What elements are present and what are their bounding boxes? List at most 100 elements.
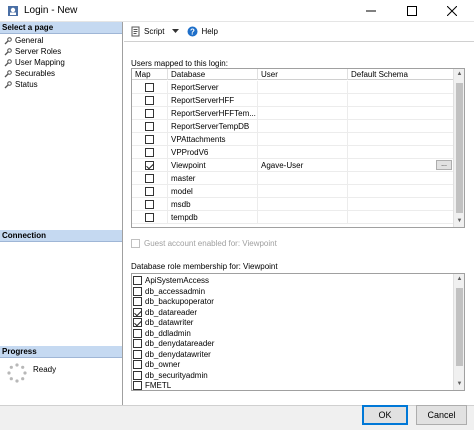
user-cell[interactable]: [258, 94, 348, 107]
role-membership-label: Database role membership for: Viewpoint: [131, 262, 278, 271]
table-row[interactable]: VPAttachments: [132, 133, 454, 146]
default-schema-cell[interactable]: ...: [348, 159, 454, 172]
user-cell[interactable]: [258, 185, 348, 198]
guest-account-checkbox[interactable]: [131, 239, 140, 248]
script-button[interactable]: Script: [128, 24, 166, 40]
role-checkbox[interactable]: [133, 381, 142, 390]
user-cell[interactable]: [258, 107, 348, 120]
col-header-default-schema[interactable]: Default Schema: [348, 69, 454, 80]
minimize-button[interactable]: [356, 0, 386, 22]
default-schema-cell[interactable]: [348, 133, 454, 146]
list-item[interactable]: db_accessadmin: [132, 286, 454, 297]
default-schema-cell[interactable]: [348, 211, 454, 224]
page-item-label: Status: [15, 80, 38, 89]
role-checkbox[interactable]: [133, 318, 142, 327]
default-schema-cell[interactable]: [348, 81, 454, 94]
user-cell[interactable]: [258, 198, 348, 211]
default-schema-cell[interactable]: [348, 185, 454, 198]
close-button[interactable]: [437, 0, 467, 22]
help-button[interactable]: ? Help: [185, 24, 219, 40]
map-checkbox[interactable]: [145, 109, 154, 118]
user-cell[interactable]: Agave-User: [258, 159, 348, 172]
default-schema-cell[interactable]: [348, 172, 454, 185]
default-schema-cell[interactable]: [348, 198, 454, 211]
scroll-down-icon[interactable]: ▼: [454, 216, 464, 227]
role-checkbox[interactable]: [133, 339, 142, 348]
map-checkbox[interactable]: [145, 122, 154, 131]
role-checkbox[interactable]: [133, 349, 142, 359]
script-dropdown-button[interactable]: [170, 24, 181, 40]
map-checkbox[interactable]: [145, 187, 154, 196]
ok-button[interactable]: OK: [362, 405, 408, 425]
map-checkbox[interactable]: [145, 96, 154, 105]
table-row[interactable]: ReportServerHFF: [132, 94, 454, 107]
scrollbar-thumb[interactable]: [456, 288, 463, 366]
default-schema-cell[interactable]: [348, 107, 454, 120]
wrench-icon: [4, 58, 12, 66]
map-checkbox[interactable]: [145, 83, 154, 92]
progress-header: Progress: [0, 346, 122, 358]
list-item[interactable]: FMETL: [132, 380, 454, 390]
col-header-database[interactable]: Database: [168, 69, 258, 80]
list-item[interactable]: db_ddladmin: [132, 328, 454, 339]
table-row[interactable]: ReportServer: [132, 81, 454, 94]
default-schema-cell[interactable]: [348, 120, 454, 133]
map-checkbox[interactable]: [145, 161, 154, 170]
list-item[interactable]: db_securityadmin: [132, 370, 454, 381]
col-header-map[interactable]: Map: [132, 69, 168, 80]
map-checkbox[interactable]: [145, 174, 154, 183]
role-checkbox[interactable]: [133, 286, 142, 296]
user-cell[interactable]: [258, 146, 348, 159]
map-checkbox[interactable]: [145, 148, 154, 157]
role-checkbox[interactable]: [133, 297, 142, 306]
role-checkbox[interactable]: [133, 370, 142, 380]
table-row[interactable]: Viewpoint Agave-User...: [132, 159, 454, 172]
table-row[interactable]: msdb: [132, 198, 454, 211]
list-item[interactable]: ApiSystemAccess: [132, 275, 454, 286]
page-item-server-roles[interactable]: Server Roles: [4, 46, 122, 57]
table-row[interactable]: VPProdV6: [132, 146, 454, 159]
table-row[interactable]: model: [132, 185, 454, 198]
col-header-user[interactable]: User: [258, 69, 348, 80]
cancel-button[interactable]: Cancel: [416, 405, 467, 425]
scroll-up-icon[interactable]: ▲: [454, 274, 464, 285]
browse-schema-button[interactable]: ...: [436, 160, 452, 170]
scroll-up-icon[interactable]: ▲: [454, 69, 464, 80]
list-item[interactable]: db_denydatawriter: [132, 349, 454, 360]
default-schema-cell[interactable]: [348, 94, 454, 107]
database-cell: model: [168, 185, 258, 198]
map-checkbox[interactable]: [145, 213, 154, 222]
user-cell[interactable]: [258, 172, 348, 185]
user-cell[interactable]: [258, 81, 348, 94]
list-item[interactable]: db_datawriter: [132, 317, 454, 328]
list-item[interactable]: db_datareader: [132, 307, 454, 318]
role-checkbox[interactable]: [133, 328, 142, 338]
map-checkbox[interactable]: [145, 135, 154, 144]
scrollbar-thumb[interactable]: [456, 83, 463, 213]
script-icon: [131, 26, 140, 37]
list-item[interactable]: db_backupoperator: [132, 296, 454, 307]
user-cell[interactable]: [258, 133, 348, 146]
user-cell[interactable]: [258, 120, 348, 133]
table-row[interactable]: ReportServerTempDB: [132, 120, 454, 133]
page-item-general[interactable]: General: [4, 35, 122, 46]
list-item[interactable]: db_owner: [132, 359, 454, 370]
maximize-button[interactable]: [397, 0, 427, 22]
list-item[interactable]: db_denydatareader: [132, 338, 454, 349]
page-item-status[interactable]: Status: [4, 79, 122, 90]
role-checkbox[interactable]: [133, 276, 142, 285]
table-row[interactable]: master: [132, 172, 454, 185]
map-checkbox[interactable]: [145, 200, 154, 209]
page-item-user-mapping[interactable]: User Mapping: [4, 57, 122, 68]
default-schema-cell[interactable]: [348, 146, 454, 159]
scroll-down-icon[interactable]: ▼: [454, 379, 464, 390]
table-row[interactable]: ReportServerHFFTem...: [132, 107, 454, 120]
role-checkbox[interactable]: [133, 307, 142, 317]
map-cell: [132, 133, 168, 146]
user-cell[interactable]: [258, 211, 348, 224]
page-item-securables[interactable]: Securables: [4, 68, 122, 79]
users-grid-scrollbar[interactable]: ▲ ▼: [453, 69, 464, 227]
table-row[interactable]: tempdb: [132, 211, 454, 224]
role-checkbox[interactable]: [133, 360, 142, 369]
roles-list-scrollbar[interactable]: ▲ ▼: [453, 274, 464, 390]
